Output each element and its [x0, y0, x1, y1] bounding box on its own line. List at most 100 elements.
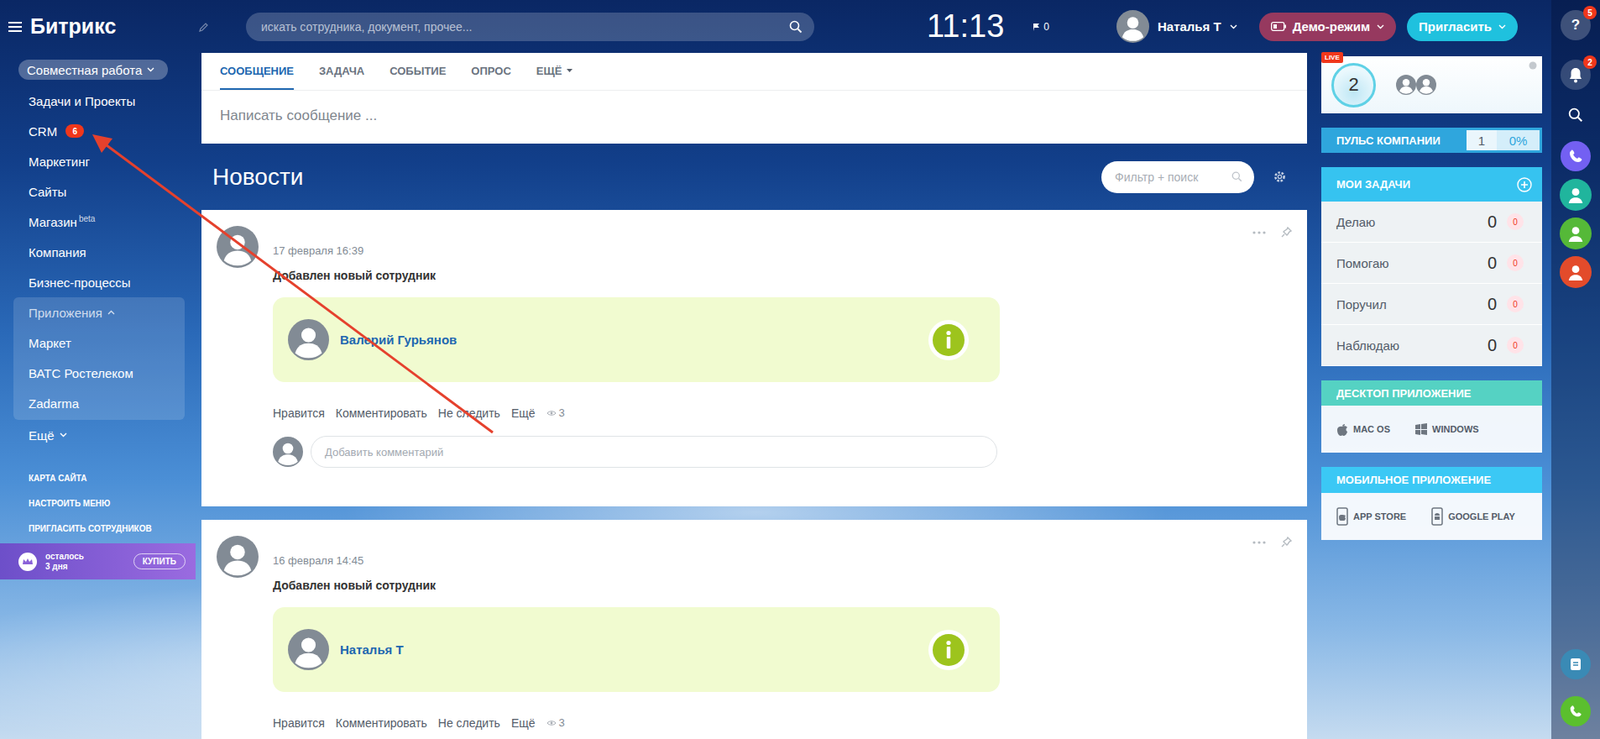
info-icon	[927, 628, 970, 671]
buy-button[interactable]: КУПИТЬ	[133, 553, 186, 570]
more-item[interactable]: Ещё	[0, 419, 196, 450]
call-button[interactable]	[1560, 695, 1591, 727]
composer-tab[interactable]: ЗАДАЧА	[318, 52, 365, 90]
search-icon[interactable]	[789, 20, 803, 34]
sidebar-item[interactable]: Маркет	[13, 327, 185, 358]
menu-icon[interactable]	[8, 20, 22, 33]
post-tools	[1252, 226, 1292, 238]
feed-post: 17 февраля 16:39 Добавлен новый сотрудни…	[201, 209, 1308, 507]
contact-avatar[interactable]	[1559, 256, 1592, 288]
search-field[interactable]: искать сотрудника, документ, прочее...	[245, 12, 815, 42]
avatar-icon[interactable]	[287, 628, 330, 670]
demo-button[interactable]: Демо-режим	[1259, 12, 1397, 42]
post-date[interactable]: 16 февраля 14:45	[272, 554, 1292, 568]
avatar-icon[interactable]	[1416, 74, 1437, 95]
app-link[interactable]: GOOGLE PLAY	[1431, 507, 1516, 526]
post-action[interactable]: Ещё	[511, 405, 536, 421]
crown-icon	[18, 552, 37, 571]
avatar-icon[interactable]	[272, 436, 304, 467]
comment-input[interactable]: Добавить комментарий	[310, 435, 998, 468]
task-row[interactable]: Наблюдаю 0 0	[1321, 324, 1543, 367]
viber-icon	[1567, 147, 1585, 165]
caret-icon	[566, 68, 573, 73]
help-icon[interactable]	[1528, 61, 1538, 70]
sidebar-item[interactable]: Zadarma	[13, 387, 185, 419]
app-link[interactable]: APP STORE	[1336, 507, 1407, 526]
post-action[interactable]: Нравится	[272, 715, 325, 731]
viber-button[interactable]	[1560, 141, 1591, 172]
avatar-icon[interactable]	[216, 225, 259, 268]
help-button[interactable]: ? 5	[1560, 10, 1591, 41]
avatar-icon[interactable]	[1116, 10, 1150, 43]
desktop-widget: ДЕСКТОП ПРИЛОЖЕНИЕ MAC OS WINDOWS	[1321, 380, 1543, 453]
avatar-icon[interactable]	[216, 535, 259, 578]
composer-tab[interactable]: ЕЩЁ	[536, 52, 574, 90]
post-action[interactable]: Комментировать	[335, 405, 428, 421]
pencil-icon[interactable]	[198, 21, 210, 32]
menu-link[interactable]: ПРИГЛАСИТЬ СОТРУДНИКОВ	[0, 515, 196, 541]
contact-avatar[interactable]	[1559, 178, 1592, 211]
bitrix-portal: Битрикс искать сотрудника, документ, про…	[0, 0, 1600, 739]
message-input[interactable]: Написать сообщение ...	[201, 90, 1308, 142]
app-link[interactable]: MAC OS	[1336, 422, 1391, 436]
sidebar-item[interactable]: Маркетинг	[0, 146, 196, 177]
more-icon[interactable]	[1252, 230, 1266, 235]
search-button[interactable]	[1560, 99, 1591, 131]
app-link[interactable]: WINDOWS	[1415, 423, 1480, 435]
sidebar-item[interactable]: Задачи и Проекты	[0, 85, 196, 116]
post-action[interactable]: Комментировать	[335, 715, 428, 731]
composer-tab[interactable]: ОПРОС	[470, 52, 511, 90]
avatar-icon[interactable]	[287, 318, 330, 361]
open-lines-button[interactable]	[1560, 648, 1591, 680]
clock[interactable]: 11:13	[926, 8, 1004, 45]
post-action[interactable]: Нравится	[272, 405, 325, 421]
post-title: Добавлен новый сотрудник	[272, 267, 1292, 283]
apps-toggle[interactable]: Приложения	[13, 297, 185, 328]
avatar-icon[interactable]	[1396, 74, 1417, 95]
live-widget[interactable]: LIVE 2	[1321, 56, 1543, 114]
android-icon	[1431, 507, 1444, 526]
user-menu[interactable]: Наталья Т	[1116, 10, 1238, 43]
pin-icon[interactable]	[1281, 536, 1292, 548]
pulse-value: 1	[1466, 130, 1497, 151]
gear-icon[interactable]	[1272, 169, 1287, 184]
add-icon[interactable]	[1516, 177, 1533, 193]
task-row[interactable]: Поручил 0 0	[1321, 283, 1543, 325]
sidebar-item[interactable]: Бизнес-процессы	[0, 266, 196, 298]
chevron-icon	[1498, 24, 1506, 30]
logo[interactable]: Битрикс	[30, 14, 116, 39]
menu-link[interactable]: НАСТРОИТЬ МЕНЮ	[0, 490, 196, 516]
composer-tab[interactable]: СООБЩЕНИЕ	[219, 52, 294, 90]
flag-counter[interactable]: 0	[1032, 20, 1050, 33]
sidebar-item[interactable]: CRM 6	[0, 115, 196, 147]
search-icon	[1568, 107, 1584, 123]
more-icon[interactable]	[1252, 540, 1266, 544]
company-pulse[interactable]: ПУЛЬС КОМПАНИИ 1 0%	[1321, 127, 1543, 153]
post-action[interactable]: Не следить	[438, 405, 501, 421]
menu-group[interactable]: Совместная работа	[18, 59, 168, 80]
post-action[interactable]: Не следить	[438, 715, 501, 731]
eye-icon	[546, 719, 557, 727]
sidebar-item[interactable]: Сайты	[0, 176, 196, 207]
notifications-button[interactable]: 2	[1560, 59, 1591, 90]
sidebar-item[interactable]: Магазин beta	[0, 206, 196, 237]
post-date[interactable]: 17 февраля 16:39	[272, 244, 1292, 258]
phone-icon	[1336, 507, 1349, 526]
task-row[interactable]: Помогаю 0 0	[1321, 242, 1543, 284]
view-count: 3	[546, 715, 565, 731]
employee-link[interactable]: Валерий Гурьянов	[339, 332, 457, 347]
sidebar-item[interactable]: Компания	[0, 236, 196, 267]
eye-icon	[546, 409, 557, 417]
contact-avatar[interactable]	[1559, 217, 1592, 250]
chevron-icon	[1229, 24, 1238, 30]
composer-tab[interactable]: СОБЫТИЕ	[389, 52, 446, 90]
pin-icon[interactable]	[1281, 226, 1292, 238]
post-action[interactable]: Ещё	[511, 715, 536, 731]
task-row[interactable]: Делаю 0 0	[1321, 201, 1543, 243]
menu-link[interactable]: КАРТА САЙТА	[0, 465, 196, 491]
filter-field[interactable]: Фильтр + поиск	[1101, 161, 1255, 194]
employee-link[interactable]: Наталья Т	[339, 642, 404, 657]
sidebar-item[interactable]: ВАТС Ростелеком	[13, 357, 185, 388]
invite-button[interactable]: Пригласить	[1406, 12, 1518, 42]
post-composer: СООБЩЕНИЕ ЗАДАЧА СОБЫТИЕ ОПРОС ЕЩЁ Написать …	[201, 52, 1308, 144]
